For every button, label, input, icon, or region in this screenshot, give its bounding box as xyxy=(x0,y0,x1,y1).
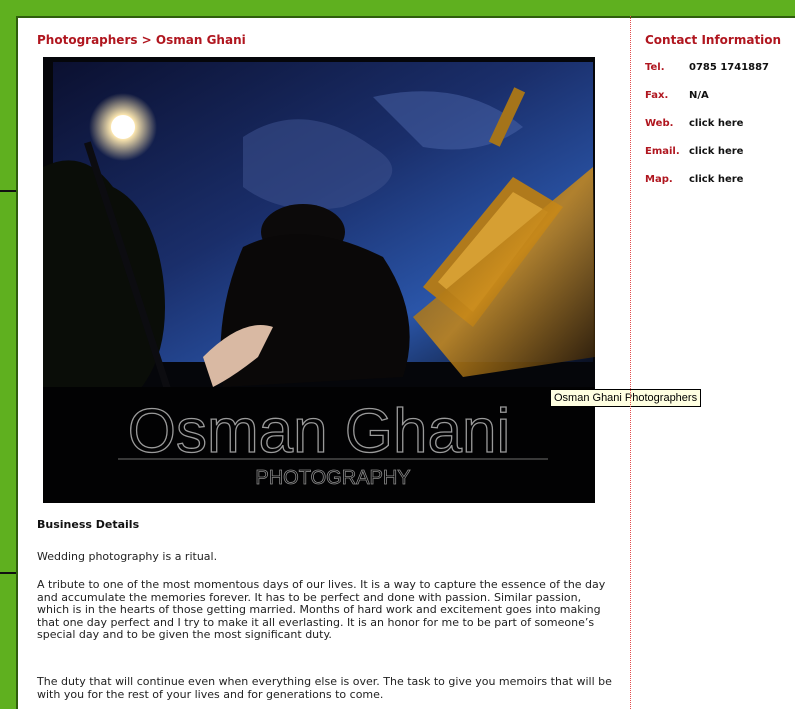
email-link[interactable]: click here xyxy=(689,146,743,157)
map-label: Map. xyxy=(645,174,673,185)
business-paragraph-3: The duty that will continue even when ev… xyxy=(37,675,612,701)
green-frame-top xyxy=(0,0,795,16)
tel-value: 0785 1741887 xyxy=(689,62,770,73)
web-link[interactable]: click here xyxy=(689,118,743,129)
business-paragraph-2: A tribute to one of the most momentous d… xyxy=(37,578,606,642)
breadcrumb[interactable]: Photographers > Osman Ghani xyxy=(37,33,246,47)
photo-tooltip: Osman Ghani Photographers xyxy=(550,389,702,407)
business-details-heading: Business Details xyxy=(37,518,140,531)
frame-divider xyxy=(0,190,16,192)
map-link[interactable]: click here xyxy=(689,174,743,185)
watermark-name: Osman Ghani xyxy=(128,397,511,466)
watermark-subtitle: PHOTOGRAPHY xyxy=(255,467,410,489)
green-frame-left xyxy=(0,16,16,709)
contact-information-heading: Contact Information xyxy=(645,33,782,47)
email-label: Email. xyxy=(645,146,680,157)
frame-inner-shadow-left xyxy=(16,16,18,709)
business-paragraph-1: Wedding photography is a ritual. xyxy=(37,550,218,563)
frame-divider xyxy=(0,572,16,574)
photo-illustration: Osman Ghani PHOTOGRAPHY xyxy=(43,57,595,503)
fax-value: N/A xyxy=(689,90,709,101)
tel-label: Tel. xyxy=(645,62,665,73)
column-divider xyxy=(630,16,631,709)
portfolio-photo[interactable]: Osman Ghani PHOTOGRAPHY xyxy=(43,57,595,503)
web-label: Web. xyxy=(645,118,674,129)
fax-label: Fax. xyxy=(645,90,669,101)
frame-inner-shadow-top xyxy=(16,16,795,18)
